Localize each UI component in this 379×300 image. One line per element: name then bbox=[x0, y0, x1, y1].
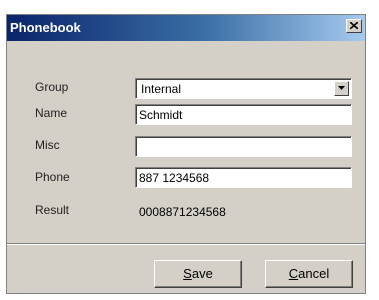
name-input[interactable] bbox=[135, 104, 352, 125]
group-select[interactable]: Internal bbox=[135, 78, 352, 99]
save-label: ave bbox=[191, 266, 213, 281]
cancel-button[interactable]: Cancel bbox=[265, 260, 353, 288]
result-label: Result bbox=[35, 203, 70, 217]
misc-input[interactable] bbox=[135, 136, 352, 157]
save-button[interactable]: Save bbox=[154, 260, 242, 288]
result-value: 0008871234568 bbox=[139, 205, 226, 219]
save-mnemonic: S bbox=[183, 266, 192, 281]
phone-input[interactable] bbox=[135, 167, 352, 188]
button-separator bbox=[7, 243, 365, 245]
close-icon bbox=[350, 22, 358, 29]
close-button[interactable] bbox=[346, 19, 362, 33]
group-label: Group bbox=[35, 80, 69, 94]
group-selected-value: Internal bbox=[141, 82, 182, 96]
title-bar[interactable]: Phonebook bbox=[7, 15, 365, 41]
name-label: Name bbox=[35, 106, 68, 120]
cancel-label: ancel bbox=[298, 266, 330, 281]
misc-label: Misc bbox=[35, 138, 60, 152]
group-dropdown-button[interactable] bbox=[334, 81, 349, 96]
phone-label: Phone bbox=[35, 170, 70, 184]
cancel-mnemonic: C bbox=[288, 266, 299, 281]
window-title: Phonebook bbox=[10, 20, 81, 35]
phonebook-dialog: Phonebook Group Internal Name Misc Phone… bbox=[6, 14, 366, 294]
chevron-down-icon bbox=[338, 86, 345, 90]
